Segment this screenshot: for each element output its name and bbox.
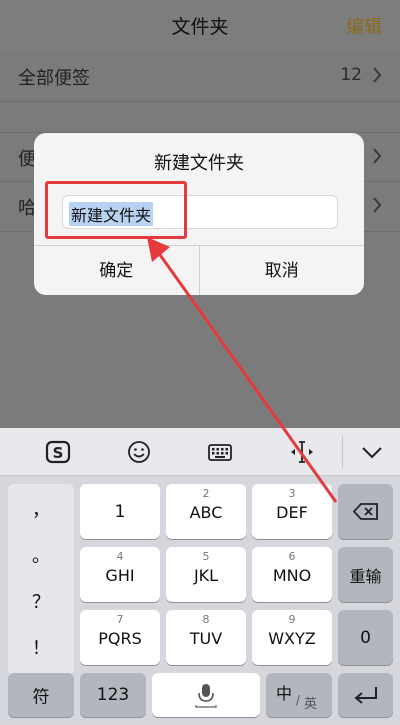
punct-exclaim-key[interactable]: ！ (8, 634, 74, 660)
key-number: 4 (116, 550, 124, 563)
key-number: 6 (288, 550, 296, 563)
key-number: 5 (202, 550, 210, 563)
key-5-jkl[interactable]: 5 JKL (166, 547, 246, 602)
cancel-button[interactable]: 取消 (198, 246, 365, 295)
keyboard: S ， 。 ？ ！ 1 2 ABC 3 DEF 4 GHI 5 JKL 6 MN… (0, 428, 400, 725)
key-0[interactable]: 0 (338, 610, 393, 665)
key-label: JKL (193, 566, 219, 585)
folder-row-all-notes[interactable]: 全部便签 12 (0, 52, 400, 102)
key-label: TUV (189, 629, 223, 648)
language-switch-key[interactable]: 中 / 英 (266, 673, 332, 717)
punctuation-column: ， 。 ？ ！ (8, 484, 74, 675)
cursor-move-icon[interactable] (288, 438, 316, 466)
key-number: 9 (288, 613, 296, 626)
nav-bar: 文件夹 编辑 (0, 0, 400, 52)
lang-slash: / (296, 693, 301, 707)
punct-question-key[interactable]: ？ (8, 588, 74, 614)
keyboard-icon[interactable] (206, 438, 234, 466)
toolbar-divider (342, 436, 343, 468)
annotation-highlight-box (45, 181, 187, 239)
page-title: 文件夹 (171, 16, 229, 38)
dialog-title: 新建文件夹 (154, 153, 244, 174)
lang-zh-label: 中 (276, 684, 293, 703)
key-number: 3 (288, 487, 296, 500)
collapse-chevron-icon[interactable] (358, 438, 386, 466)
chevron-right-icon (373, 148, 382, 164)
svg-text:S: S (53, 444, 64, 462)
key-label: GHI (105, 566, 135, 585)
dialog-buttons: 确定 取消 (34, 245, 364, 295)
key-label: 1 (114, 501, 126, 522)
key-8-tuv[interactable]: 8 TUV (166, 610, 246, 665)
key-label: ABC (189, 503, 223, 522)
emoji-icon[interactable] (125, 438, 153, 466)
space-key[interactable] (152, 673, 260, 717)
key-label: 符 (32, 687, 50, 708)
key-7-pqrs[interactable]: 7 PQRS (80, 610, 160, 665)
key-9-wxyz[interactable]: 9 WXYZ (252, 610, 332, 665)
edit-button[interactable]: 编辑 (346, 13, 382, 39)
sogou-logo-icon[interactable]: S (44, 438, 72, 466)
key-label: 0 (360, 627, 371, 648)
confirm-button[interactable]: 确定 (34, 246, 199, 295)
key-label: 123 (96, 685, 130, 705)
key-label: PQRS (98, 629, 142, 648)
key-label: MNO (272, 566, 312, 585)
key-label: WXYZ (268, 629, 316, 648)
backspace-icon (353, 503, 378, 520)
chevron-right-icon (373, 67, 382, 83)
key-4-ghi[interactable]: 4 GHI (80, 547, 160, 602)
key-label: DEF (276, 503, 308, 522)
punct-period-key[interactable]: 。 (8, 542, 74, 568)
chevron-right-icon (373, 197, 382, 213)
key-number: 8 (202, 613, 210, 626)
backspace-key[interactable] (338, 484, 393, 539)
enter-key[interactable] (338, 673, 393, 717)
punct-comma-key[interactable]: ， (8, 496, 74, 522)
key-number: 7 (116, 613, 124, 626)
lang-en-label: 英 (304, 697, 318, 712)
folder-label: 全部便签 (18, 68, 90, 89)
retype-key[interactable]: 重输 (338, 547, 393, 602)
return-arrow-icon (354, 687, 377, 704)
key-number: 2 (202, 487, 210, 500)
key-1[interactable]: 1 (80, 484, 160, 539)
key-3-def[interactable]: 3 DEF (252, 484, 332, 539)
key-6-mno[interactable]: 6 MNO (252, 547, 332, 602)
keyboard-toolbar: S (0, 428, 400, 476)
microphone-icon (195, 684, 217, 708)
numbers-key[interactable]: 123 (80, 673, 146, 717)
key-label: 重输 (349, 566, 382, 586)
symbols-key[interactable]: 符 (8, 673, 74, 717)
key-2-abc[interactable]: 2 ABC (166, 484, 246, 539)
folder-count: 12 (340, 65, 362, 85)
